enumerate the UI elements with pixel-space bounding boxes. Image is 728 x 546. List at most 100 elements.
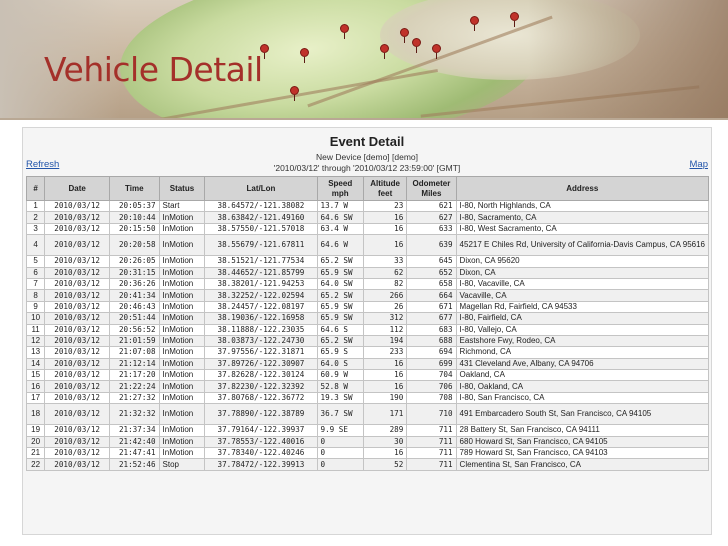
row-date: 2010/03/12 xyxy=(44,458,111,471)
row-address: Magellan Rd, Fairfield, CA 94533 xyxy=(455,300,710,314)
row-date: 2010/03/12 xyxy=(44,211,111,224)
row-odometer: 711 xyxy=(406,435,457,449)
report-device: New Device [demo] [demo] xyxy=(315,152,419,162)
row-time: 20:46:43 xyxy=(109,300,160,314)
row-address: Clementina St, San Francisco, CA xyxy=(455,458,710,471)
row-status: InMotion xyxy=(158,266,206,279)
row-altitude: 312 xyxy=(362,312,408,325)
table-row: 20 2010/03/12 21:42:40 InMotion 37.78553/-12… xyxy=(25,435,710,449)
row-latlon: 38.19036/-122.16958 xyxy=(204,312,318,325)
row-latlon: 38.57550/-121.57018 xyxy=(204,222,318,236)
row-time: 20:41:34 xyxy=(109,289,160,302)
row-altitude: 289 xyxy=(362,424,408,437)
row-time: 21:17:20 xyxy=(109,369,160,382)
row-altitude: 23 xyxy=(362,199,408,213)
row-speed: 64.6 W xyxy=(316,234,364,257)
row-date: 2010/03/12 xyxy=(44,346,111,359)
row-address: 45217 E Chiles Rd, University of Califor… xyxy=(455,234,710,257)
row-date: 2010/03/12 xyxy=(44,277,111,291)
row-altitude: 190 xyxy=(362,391,408,405)
row-latlon: 37.80768/-122.36772 xyxy=(204,391,318,405)
row-status: InMotion xyxy=(158,255,206,268)
row-altitude: 16 xyxy=(362,447,408,460)
row-odometer: 711 xyxy=(406,447,457,460)
row-latlon: 38.11888/-122.23035 xyxy=(204,323,318,336)
row-number: 6 xyxy=(25,266,46,279)
page-title: Vehicle Detail xyxy=(44,50,263,89)
row-number: 1 xyxy=(25,199,46,213)
row-odometer: 711 xyxy=(406,424,457,437)
row-status: InMotion xyxy=(158,234,206,257)
row-altitude: 171 xyxy=(362,403,408,426)
table-row: 16 2010/03/12 21:22:24 InMotion 37.82230/-12… xyxy=(25,380,710,393)
column-header-col-odometer: Odometer Miles xyxy=(406,176,457,201)
row-odometer: 710 xyxy=(406,403,457,426)
row-date: 2010/03/12 xyxy=(44,369,111,382)
table-body: 1 2010/03/12 20:05:37 Start 38.64572/-121.38… xyxy=(25,199,710,471)
row-altitude: 62 xyxy=(362,266,408,279)
column-header-col-latlon: Lat/Lon xyxy=(204,176,318,201)
row-number: 21 xyxy=(25,447,46,460)
row-speed: 65.2 SW xyxy=(316,255,364,268)
row-altitude: 112 xyxy=(362,323,408,336)
row-number: 8 xyxy=(25,289,46,302)
row-time: 20:56:52 xyxy=(109,323,160,336)
row-date: 2010/03/12 xyxy=(44,289,111,302)
row-time: 21:27:32 xyxy=(109,391,160,405)
row-odometer: 658 xyxy=(406,277,457,291)
map-pin-icon xyxy=(340,24,349,39)
row-number: 5 xyxy=(25,255,46,268)
refresh-link[interactable]: Refresh xyxy=(26,159,59,170)
row-number: 10 xyxy=(25,312,46,325)
row-time: 21:42:40 xyxy=(109,435,160,449)
map-pin-icon xyxy=(380,44,389,59)
row-address: Dixon, CA xyxy=(455,266,710,279)
row-status: InMotion xyxy=(158,424,206,437)
row-number: 12 xyxy=(25,334,46,348)
map-pin-icon xyxy=(510,12,519,27)
map-pin-icon xyxy=(400,28,409,43)
row-altitude: 16 xyxy=(362,222,408,236)
row-address: 491 Embarcadero South St, San Francisco,… xyxy=(455,403,710,426)
table-header-row: # Date Time Status Lat/Lon Speed mph Altitude … xyxy=(25,176,710,201)
row-address: 680 Howard St, San Francisco, CA 94105 xyxy=(455,435,710,449)
table-row: 2 2010/03/12 20:10:44 InMotion 38.63842/-121… xyxy=(25,211,710,224)
row-status: InMotion xyxy=(158,289,206,302)
row-number: 4 xyxy=(25,234,46,257)
table-row: 19 2010/03/12 21:37:34 InMotion 37.79164/-12… xyxy=(25,424,710,437)
row-address: I-80, Oakland, CA xyxy=(455,380,710,393)
row-odometer: 706 xyxy=(406,380,457,393)
row-altitude: 194 xyxy=(362,334,408,348)
row-speed: 65.9 SW xyxy=(316,300,364,314)
row-status: InMotion xyxy=(158,380,206,393)
row-number: 13 xyxy=(25,346,46,359)
table-row: 4 2010/03/12 20:20:58 InMotion 38.55679/-121… xyxy=(25,234,710,257)
row-address: I-80, Fairfield, CA xyxy=(455,312,710,325)
row-date: 2010/03/12 xyxy=(44,435,111,449)
row-address: 789 Howard St, San Francisco, CA 94103 xyxy=(455,447,710,460)
row-number: 15 xyxy=(25,369,46,382)
map-pin-icon xyxy=(290,86,299,101)
banner-divider xyxy=(0,118,728,120)
table-row: 6 2010/03/12 20:31:15 InMotion 38.44652/-121… xyxy=(25,266,710,279)
row-speed: 64.6 SW xyxy=(316,211,364,224)
table-row: 8 2010/03/12 20:41:34 InMotion 38.32252/-122… xyxy=(25,289,710,302)
row-odometer: 704 xyxy=(406,369,457,382)
row-status: InMotion xyxy=(158,300,206,314)
row-latlon: 38.44652/-121.85799 xyxy=(204,266,318,279)
row-altitude: 16 xyxy=(362,369,408,382)
map-link[interactable]: Map xyxy=(690,159,708,170)
row-number: 9 xyxy=(25,300,46,314)
row-time: 20:10:44 xyxy=(109,211,160,224)
row-number: 16 xyxy=(25,380,46,393)
row-status: InMotion xyxy=(158,391,206,405)
row-date: 2010/03/12 xyxy=(44,255,111,268)
row-odometer: 677 xyxy=(406,312,457,325)
row-speed: 13.7 W xyxy=(316,199,364,213)
table-row: 12 2010/03/12 21:01:59 InMotion 38.03873/-12… xyxy=(25,334,710,348)
row-status: InMotion xyxy=(158,312,206,325)
table-row: 5 2010/03/12 20:26:05 InMotion 38.51521/-121… xyxy=(25,255,710,268)
row-status: InMotion xyxy=(158,222,206,236)
row-date: 2010/03/12 xyxy=(44,403,111,426)
row-speed: 64.0 SW xyxy=(316,277,364,291)
